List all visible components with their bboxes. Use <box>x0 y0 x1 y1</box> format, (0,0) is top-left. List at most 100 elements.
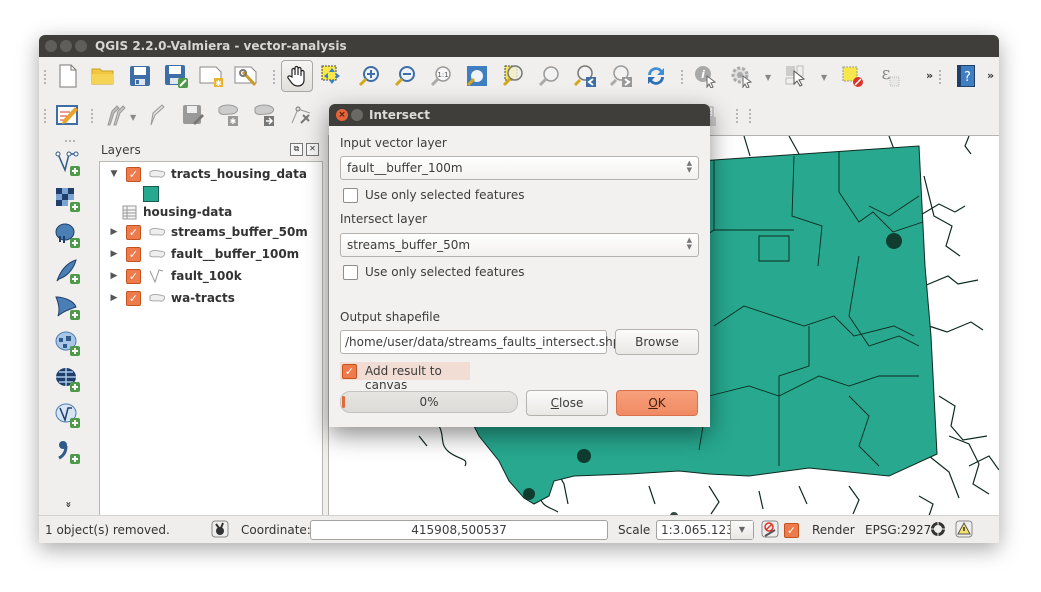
coordinate-field[interactable]: 415908,500537 <box>310 520 608 540</box>
layer-item-fault-100k[interactable]: ▶ ✓ fault_100k <box>100 266 242 286</box>
pan-to-selection-button[interactable] <box>318 62 346 90</box>
zoom-native-button[interactable]: 1:1 <box>427 62 455 90</box>
dialog-maximize-icon[interactable] <box>351 109 363 121</box>
layer-visibility-checkbox[interactable]: ✓ <box>126 166 141 182</box>
scale-combobox[interactable]: 1:3.065.123 ▼ <box>656 520 754 540</box>
add-delimited-text-layer-button[interactable] <box>53 437 81 465</box>
add-to-canvas-option[interactable]: ✓ Add result to canvas <box>340 362 470 392</box>
node-tool-button[interactable] <box>287 101 315 129</box>
window-minimize-button[interactable] <box>60 40 72 52</box>
move-feature-button[interactable] <box>251 101 279 129</box>
new-project-button[interactable] <box>54 62 82 90</box>
toolbar-grip[interactable] <box>44 70 50 84</box>
zoom-out-button[interactable] <box>391 62 419 90</box>
layer-visibility-checkbox[interactable]: ✓ <box>126 268 141 284</box>
crs-status-button[interactable] <box>929 520 947 538</box>
intersect-layer-combobox[interactable]: streams_buffer_50m ▲ ▼ <box>340 233 699 257</box>
select-dropdown[interactable]: ▼ <box>821 73 827 82</box>
zoom-in-button[interactable] <box>355 62 383 90</box>
scale-dropdown-icon[interactable]: ▼ <box>730 521 753 539</box>
toggle-extents-button[interactable] <box>211 520 229 538</box>
layer-item-streams-buffer-50m[interactable]: ▶ ✓ streams_buffer_50m <box>100 222 308 242</box>
layer-properties-button[interactable] <box>53 101 81 129</box>
current-edits-dropdown[interactable]: ▼ <box>130 113 136 122</box>
ok-button[interactable]: OK <box>616 390 698 416</box>
toolbar-grip[interactable] <box>749 109 755 123</box>
toolbar-grip[interactable] <box>273 70 279 84</box>
toolbar-grip[interactable] <box>736 109 742 123</box>
layer-visibility-checkbox[interactable]: ✓ <box>126 246 141 262</box>
layer-item-tracts-housing-data[interactable]: ▼ ✓ tracts_housing_data <box>100 164 307 184</box>
toolbar-overflow-button-2[interactable]: » <box>987 69 994 82</box>
add-postgis-layer-button[interactable] <box>53 221 81 249</box>
zoom-to-layer-icon <box>538 66 559 87</box>
zoom-next-button[interactable] <box>607 62 635 90</box>
help-button[interactable]: ? <box>952 62 980 90</box>
expand-arrow-icon[interactable]: ▶ <box>108 293 120 303</box>
input-layer-combobox[interactable]: fault__buffer_100m ▲ ▼ <box>340 156 699 180</box>
render-checkbox[interactable]: ✓ <box>784 523 799 538</box>
add-wfs-layer-button[interactable] <box>53 401 81 429</box>
layer-item-wa-tracts[interactable]: ▶ ✓ wa-tracts <box>100 288 235 308</box>
save-layer-edits-button[interactable] <box>179 101 207 129</box>
run-action-dropdown[interactable]: ▼ <box>765 73 771 82</box>
expand-arrow-icon[interactable]: ▶ <box>108 249 120 259</box>
layer-visibility-checkbox[interactable]: ✓ <box>126 224 141 240</box>
toolbar-grip[interactable] <box>681 70 687 84</box>
deselect-all-button[interactable] <box>839 62 867 90</box>
open-project-button[interactable] <box>89 62 117 90</box>
window-maximize-button[interactable] <box>75 40 87 52</box>
zoom-last-button[interactable] <box>571 62 599 90</box>
save-project-icon <box>130 66 150 86</box>
select-features-button[interactable] <box>782 62 810 90</box>
toolbar-grip[interactable] <box>91 109 97 123</box>
zoom-to-layer-button[interactable] <box>535 62 563 90</box>
zoom-to-selection-button[interactable] <box>499 62 527 90</box>
output-shapefile-input[interactable]: /home/user/data/streams_faults_intersect… <box>340 330 620 354</box>
expand-arrow-icon[interactable]: ▶ <box>108 271 120 281</box>
toolbar-grip[interactable] <box>44 109 50 123</box>
new-print-composer-button[interactable]: ✱ <box>198 62 226 90</box>
layer-item-housing-data[interactable]: housing-data <box>100 202 232 222</box>
panel-float-button[interactable]: ⧉ <box>290 143 303 156</box>
add-layer-toolbar: » <box>39 137 99 515</box>
more-tools-button[interactable]: » <box>63 501 74 507</box>
new-project-icon <box>59 64 77 88</box>
save-project-button[interactable] <box>126 62 154 90</box>
zoom-full-button[interactable] <box>463 62 491 90</box>
add-to-canvas-checkbox[interactable]: ✓ <box>342 364 357 379</box>
add-wcs-layer-button[interactable] <box>53 365 81 393</box>
stop-render-button[interactable] <box>761 520 779 538</box>
input-selected-only-checkbox[interactable] <box>343 188 358 203</box>
window-close-button[interactable] <box>45 40 57 52</box>
add-wms-layer-button[interactable] <box>53 329 81 357</box>
layer-item-fault-buffer-100m[interactable]: ▶ ✓ fault__buffer_100m <box>100 244 299 264</box>
collapse-arrow-icon[interactable]: ▼ <box>108 169 120 179</box>
layer-visibility-checkbox[interactable]: ✓ <box>126 290 141 306</box>
identify-button[interactable]: i <box>691 62 719 90</box>
intersect-selected-only-checkbox[interactable] <box>343 265 358 280</box>
save-as-button[interactable] <box>162 62 190 90</box>
add-feature-button[interactable]: ✱ <box>215 101 243 129</box>
toggle-editing-button[interactable] <box>143 101 171 129</box>
close-button[interactable]: Close <box>526 390 608 416</box>
crs-label[interactable]: EPSG:2927 <box>865 523 931 537</box>
add-vector-layer-button[interactable] <box>53 149 81 177</box>
add-spatialite-layer-button[interactable] <box>53 257 81 285</box>
browse-button[interactable]: Browse <box>615 329 699 355</box>
add-mssql-layer-button[interactable] <box>53 293 81 321</box>
refresh-button[interactable] <box>642 62 670 90</box>
expand-arrow-icon[interactable]: ▶ <box>108 227 120 237</box>
run-action-button[interactable] <box>727 62 755 90</box>
pan-button[interactable] <box>281 60 313 92</box>
composer-manager-button[interactable] <box>233 62 261 90</box>
add-raster-layer-button[interactable] <box>53 185 81 213</box>
current-edits-button[interactable] <box>103 101 131 129</box>
toolbar-grip[interactable] <box>65 140 75 144</box>
messages-button[interactable] <box>955 520 973 538</box>
field-calculator-button[interactable]: ε <box>875 62 903 90</box>
toolbar-overflow-button[interactable]: » <box>926 69 933 82</box>
panel-close-button[interactable]: ✕ <box>306 143 319 156</box>
toolbar-grip[interactable] <box>939 70 945 84</box>
dialog-close-icon[interactable]: × <box>336 109 348 121</box>
